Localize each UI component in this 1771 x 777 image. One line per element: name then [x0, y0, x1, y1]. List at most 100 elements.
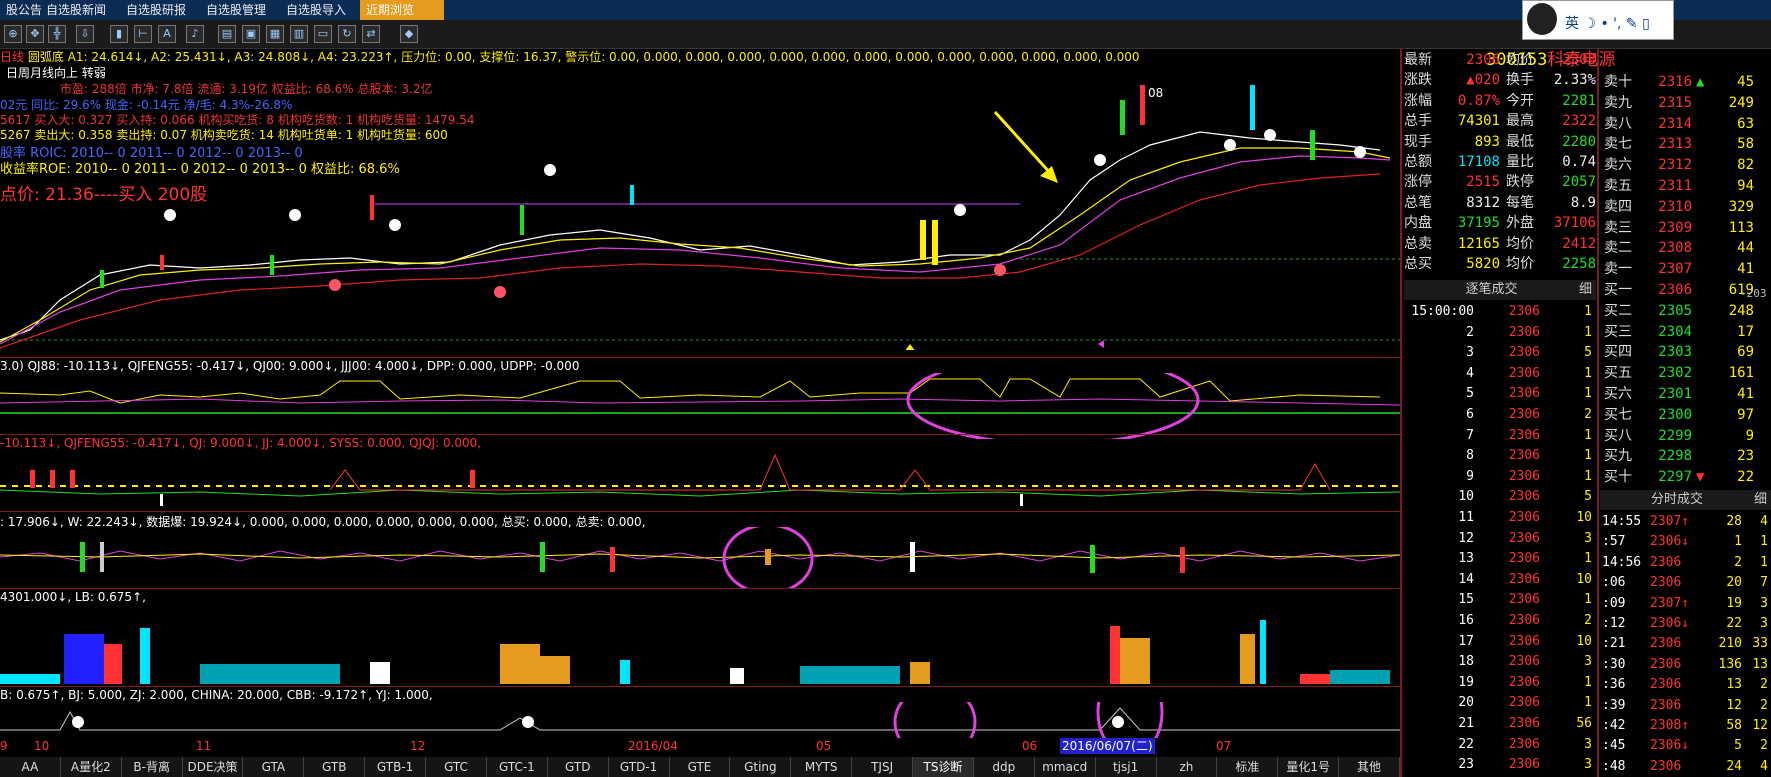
smiley-icon	[1224, 139, 1236, 151]
timeshare-time: :57	[1602, 534, 1626, 550]
bottom-tab-1[interactable]: A量化2	[60, 757, 122, 777]
font-icon[interactable]: A	[158, 25, 176, 43]
pane3-chart[interactable]	[0, 450, 1400, 510]
bell-icon[interactable]: ♪	[186, 25, 204, 43]
timeshare-volume: 24	[1726, 758, 1742, 774]
pane6-chart[interactable]	[0, 702, 1400, 738]
quote-label-right: 均价	[1506, 235, 1534, 252]
bottom-tab-0[interactable]: AA	[0, 757, 61, 777]
ruler-icon[interactable]: ⊢	[134, 25, 152, 43]
bottom-tab-7[interactable]: GTC	[426, 757, 487, 777]
timeshare-panel-header[interactable]: 分时成交细	[1600, 490, 1771, 510]
bottom-tab-2[interactable]: B-背离	[121, 757, 183, 777]
table-icon[interactable]: ▥	[290, 25, 308, 43]
bottom-tab-3[interactable]: DDE决策	[182, 757, 244, 777]
timeshare-volume: 20	[1726, 575, 1742, 591]
pane2-chart[interactable]	[0, 373, 1400, 439]
ask-price: 2315	[1658, 94, 1692, 111]
ask-volume: 45	[1737, 74, 1754, 90]
quote-value-right: 2258	[1562, 256, 1596, 272]
ask-volume: 329	[1728, 198, 1754, 215]
bottom-tab-20[interactable]: 标准	[1217, 757, 1279, 777]
down-icon[interactable]: ⇩	[76, 25, 94, 43]
quote-label-left: 涨停	[1404, 174, 1432, 191]
timeshare-count: 7	[1760, 575, 1768, 591]
tick-volume: 3	[1584, 736, 1592, 752]
bid-price: 2304	[1658, 323, 1692, 340]
bottom-tab-11[interactable]: GTE	[669, 757, 731, 777]
timeshare-volume: 1	[1734, 534, 1742, 550]
bid-label: 买八	[1604, 427, 1632, 444]
line-tool-icon[interactable]: ╬	[48, 25, 66, 43]
tick-volume: 1	[1584, 448, 1592, 464]
timeshare-count: 13	[1752, 656, 1768, 672]
bottom-tab-4[interactable]: GTA	[243, 757, 305, 777]
quote-label-right: 最高	[1506, 113, 1534, 130]
tick-time: 8	[1466, 448, 1474, 464]
move-icon[interactable]: ✥	[26, 25, 44, 43]
price-chart[interactable]	[0, 50, 1400, 350]
bottom-tab-18[interactable]: tjsj1	[1095, 757, 1157, 777]
diamond-icon[interactable]: ◆	[400, 25, 418, 43]
ask-price: 2307	[1658, 261, 1692, 278]
bottom-tab-10[interactable]: GTD-1	[608, 757, 670, 777]
bid-label: 买二	[1604, 302, 1632, 319]
peak-label: 08	[1148, 86, 1164, 100]
bid-price: 2303	[1658, 344, 1692, 361]
bottom-tab-8[interactable]: GTC-1	[486, 757, 548, 777]
chart-icon[interactable]: ▤	[218, 25, 236, 43]
cursor-icon[interactable]: ⊕	[4, 25, 22, 43]
bottom-tab-6[interactable]: GTB-1	[365, 757, 427, 777]
qq-mascot[interactable]: 英 ☽ • ', ✎ ▯	[1522, 0, 1674, 40]
grid-icon[interactable]: ▦	[266, 25, 284, 43]
tick-panel-header[interactable]: 逐笔成交细	[1404, 280, 1596, 300]
timeshare-count: 4	[1760, 514, 1768, 529]
quote-value-right: 2281	[1562, 92, 1596, 109]
bottom-tab-5[interactable]: GTB	[304, 757, 366, 777]
smiley-icon	[954, 204, 966, 216]
quote-label-left: 涨幅	[1404, 92, 1432, 109]
tick-volume: 1	[1584, 386, 1592, 402]
bid-label: 买七	[1604, 406, 1632, 423]
bottom-tab-9[interactable]: GTD	[547, 757, 609, 777]
bottom-tab-21[interactable]: 量化1号	[1278, 757, 1340, 777]
bottom-tab-22[interactable]: 其他	[1339, 757, 1400, 777]
ask-label: 卖五	[1604, 178, 1632, 194]
quote-value-right: 2057	[1562, 174, 1596, 191]
pane5-values: 4301.000↓, LB: 0.675↑,	[0, 590, 146, 604]
bottom-tab-19[interactable]: zh	[1156, 757, 1218, 777]
bottom-tab-16[interactable]: ddp	[973, 757, 1035, 777]
pane4-chart[interactable]	[0, 527, 1400, 589]
tab-recent[interactable]: 近期浏览	[360, 0, 444, 20]
quote-avg-price: 2303	[1562, 52, 1596, 68]
bottom-tab-17[interactable]: mmacd	[1034, 757, 1096, 777]
sync-icon[interactable]: ↻	[338, 25, 356, 43]
timeshare-count: 12	[1752, 718, 1768, 733]
ask-label: 卖一	[1604, 261, 1632, 278]
image-icon[interactable]: ▣	[242, 25, 260, 43]
timeshare-time: :42	[1602, 718, 1626, 733]
timeshare-price: 2306	[1650, 554, 1682, 570]
ask-volume: 113	[1728, 219, 1754, 236]
ask-volume: 63	[1737, 115, 1754, 132]
timeshare-time: :36	[1602, 677, 1626, 693]
timeshare-count: 1	[1760, 534, 1768, 550]
bottom-tab-15[interactable]: TS诊断	[913, 757, 974, 777]
signal-icon[interactable]: ▮	[110, 25, 128, 43]
ask-label: 卖三	[1604, 219, 1632, 236]
bid-volume: 69	[1737, 344, 1754, 361]
timeshare-price: 2306↓	[1650, 534, 1690, 550]
tick-price: 2306	[1508, 633, 1540, 649]
bottom-tab-14[interactable]: TJSJ	[852, 757, 914, 777]
share-icon[interactable]: ⇄	[362, 25, 380, 43]
date-2016-04: 2016/04	[628, 739, 678, 753]
quote-label-left: 总笔	[1404, 194, 1432, 211]
tick-price: 2306	[1508, 448, 1540, 464]
tab-announcements[interactable]: 股公告	[0, 0, 42, 20]
date-10: 10	[34, 739, 50, 753]
volume-chart[interactable]	[0, 604, 1400, 684]
ask-label: 卖九	[1604, 94, 1632, 111]
bottom-tab-13[interactable]: MYTS	[791, 757, 853, 777]
monitor-icon[interactable]: ▭	[314, 25, 332, 43]
bottom-tab-12[interactable]: Gting	[730, 757, 792, 777]
